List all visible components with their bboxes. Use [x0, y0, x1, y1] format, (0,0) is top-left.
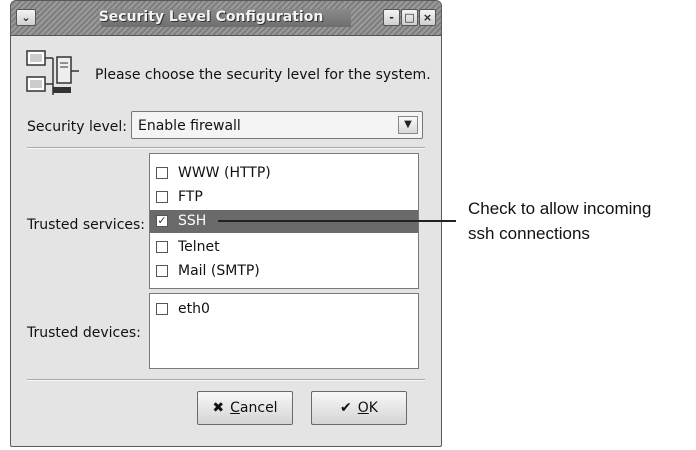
callout-line — [218, 220, 456, 222]
security-level-dropdown[interactable]: Enable firewall ▼ — [131, 111, 423, 139]
service-label: FTP — [178, 189, 203, 205]
service-item-ftp[interactable]: FTP — [150, 186, 418, 209]
annotation-callout: Check to allow incoming ssh connections — [468, 196, 694, 246]
trusted-devices-label: Trusted devices: — [27, 325, 141, 341]
service-label: Mail (SMTP) — [178, 263, 260, 279]
title-bar[interactable]: ⌄ Security Level Configuration - □ × — [11, 1, 441, 36]
separator — [27, 379, 425, 381]
cancel-x-icon: ✖ — [212, 400, 225, 416]
close-button[interactable]: × — [419, 9, 436, 26]
cancel-button[interactable]: ✖ Cancel — [197, 391, 293, 425]
security-level-value: Enable firewall — [138, 118, 241, 134]
annotation-line-2: ssh connections — [468, 224, 590, 243]
ok-label-rest: K — [368, 400, 378, 416]
service-label: Telnet — [178, 239, 220, 255]
service-item-www[interactable]: WWW (HTTP) — [150, 162, 418, 185]
annotation-line-1: Check to allow incoming — [468, 199, 652, 218]
cancel-label-rest: ancel — [239, 400, 278, 416]
window-title: Security Level Configuration — [98, 9, 324, 25]
header-prompt: Please choose the security level for the… — [95, 67, 431, 83]
security-config-window: ⌄ Security Level Configuration - □ × Ple… — [10, 0, 442, 447]
minimize-icon: - — [389, 11, 394, 24]
maximize-icon: □ — [404, 11, 415, 24]
checkbox[interactable] — [156, 303, 168, 315]
checkbox[interactable] — [156, 167, 168, 179]
checkbox[interactable] — [156, 241, 168, 253]
device-item-eth0[interactable]: eth0 — [150, 298, 418, 321]
minimize-button[interactable]: - — [383, 9, 400, 26]
service-item-smtp[interactable]: Mail (SMTP) — [150, 260, 418, 283]
service-item-telnet[interactable]: Telnet — [150, 236, 418, 259]
checkmark-icon: ✔ — [340, 400, 352, 416]
checkbox-checked[interactable]: ✓ — [156, 215, 168, 227]
separator — [27, 147, 425, 149]
chevron-down-icon: ⌄ — [21, 11, 31, 24]
computer-network-icon — [26, 50, 79, 95]
checkbox[interactable] — [156, 191, 168, 203]
device-label: eth0 — [178, 301, 210, 317]
service-label: WWW (HTTP) — [178, 165, 271, 181]
service-label: SSH — [178, 213, 207, 229]
trusted-services-label: Trusted services: — [27, 217, 146, 233]
ok-mnemonic: O — [357, 400, 369, 416]
trusted-devices-list[interactable]: eth0 — [149, 293, 419, 369]
ok-button[interactable]: ✔ OK — [311, 391, 407, 425]
checkbox[interactable] — [156, 265, 168, 277]
maximize-button[interactable]: □ — [401, 9, 418, 26]
window-menu-button[interactable]: ⌄ — [16, 9, 36, 26]
cancel-mnemonic: C — [230, 400, 240, 416]
security-level-label: Security level: — [27, 119, 127, 135]
chevron-down-icon[interactable]: ▼ — [398, 116, 418, 134]
close-icon: × — [422, 11, 433, 24]
